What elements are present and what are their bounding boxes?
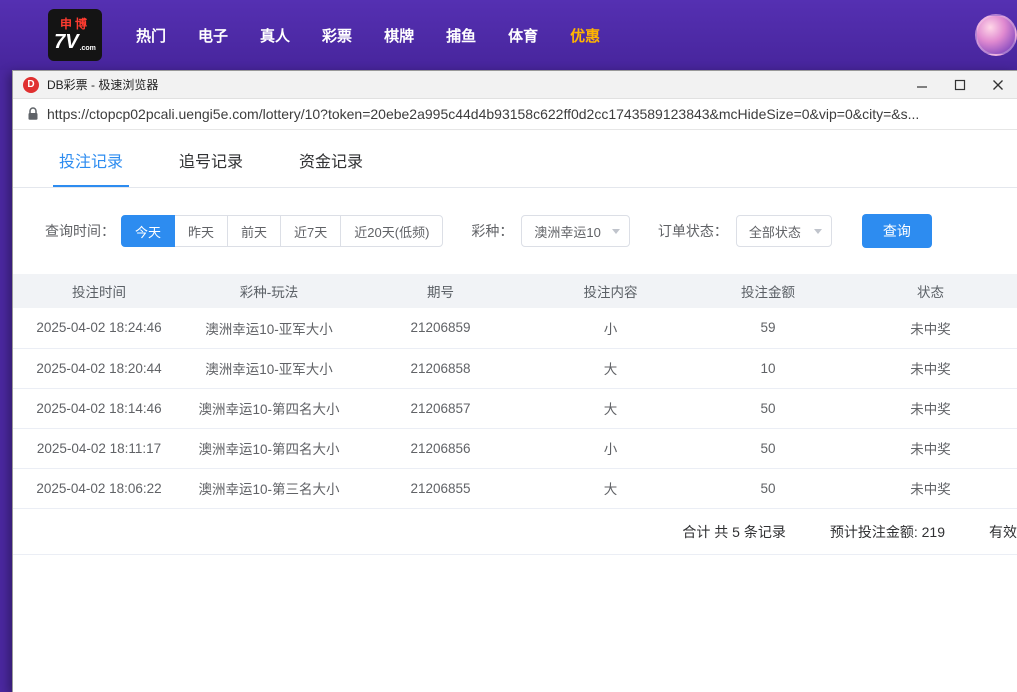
time-filter-button[interactable]: 昨天 <box>174 215 228 247</box>
table-cell: 50 <box>693 428 843 468</box>
column-header: 期号 <box>353 274 528 308</box>
summary-total: 合计 共 5 条记录 <box>682 522 785 542</box>
logo-text-cn: 申博 <box>60 18 90 30</box>
filter-bar: 查询时间： 今天昨天前天近7天近20天(低频) 彩种： 澳洲幸运10 订单状态：… <box>13 214 1017 248</box>
nav-item-优惠[interactable]: 优惠 <box>570 25 600 46</box>
chevron-down-icon <box>612 229 620 234</box>
lottery-label: 彩种： <box>471 221 513 241</box>
minimize-button[interactable] <box>903 71 941 98</box>
table-cell: 2025-04-02 18:20:44 <box>13 348 185 388</box>
time-filter-button[interactable]: 今天 <box>121 215 175 247</box>
table-cell: 未中奖 <box>843 348 1017 388</box>
summary-valid-amount: 有效投注 <box>989 522 1017 542</box>
order-status-label: 订单状态： <box>658 221 728 241</box>
table-row: 2025-04-02 18:11:17澳洲幸运10-第四名大小21206856小… <box>13 428 1017 468</box>
table-cell: 大 <box>528 388 693 428</box>
window-controls <box>903 71 1017 98</box>
table-cell: 澳洲幸运10-亚军大小 <box>185 348 353 388</box>
nav-item-真人[interactable]: 真人 <box>260 25 290 46</box>
site-logo[interactable]: 申博 7V.com <box>48 9 102 61</box>
table-cell: 大 <box>528 468 693 508</box>
site-topbar: 申博 7V.com 热门 电子 真人 彩票 棋牌 捕鱼 体育 优惠 <box>0 0 1017 70</box>
column-header: 彩种-玩法 <box>185 274 353 308</box>
column-header: 投注时间 <box>13 274 185 308</box>
table-cell: 21206857 <box>353 388 528 428</box>
table-cell: 澳洲幸运10-亚军大小 <box>185 308 353 348</box>
table-cell: 澳洲幸运10-第四名大小 <box>185 388 353 428</box>
maximize-button[interactable] <box>941 71 979 98</box>
table-header-row: 投注时间彩种-玩法期号投注内容投注金额状态 <box>13 274 1017 308</box>
window-titlebar[interactable]: D DB彩票 - 极速浏览器 <box>13 71 1017 99</box>
summary-bar: 合计 共 5 条记录 预计投注金额: 219 有效投注 <box>13 509 1017 555</box>
records-table: 投注时间彩种-玩法期号投注内容投注金额状态 2025-04-02 18:24:4… <box>13 274 1017 509</box>
search-button[interactable]: 查询 <box>862 214 932 248</box>
lottery-select-value: 澳洲幸运10 <box>534 222 600 241</box>
chevron-down-icon <box>814 229 822 234</box>
screen: 申博 7V.com 热门 电子 真人 彩票 棋牌 捕鱼 体育 优惠 D DB彩票 - 极速浏览… <box>0 0 1017 692</box>
time-filter-group: 今天昨天前天近7天近20天(低频) <box>121 215 443 247</box>
table-cell: 2025-04-02 18:06:22 <box>13 468 185 508</box>
close-button[interactable] <box>979 71 1017 98</box>
table-row: 2025-04-02 18:14:46澳洲幸运10-第四名大小21206857大… <box>13 388 1017 428</box>
lottery-select[interactable]: 澳洲幸运10 <box>521 215 629 247</box>
url-bar[interactable]: https://ctopcp02pcali.uengi5e.com/lotter… <box>13 99 1017 130</box>
table-cell: 澳洲幸运10-第三名大小 <box>185 468 353 508</box>
time-filter-button[interactable]: 近20天(低频) <box>340 215 443 247</box>
close-icon <box>992 79 1004 91</box>
url-text[interactable]: https://ctopcp02pcali.uengi5e.com/lotter… <box>47 106 919 122</box>
time-filter-button[interactable]: 前天 <box>227 215 281 247</box>
window-title: DB彩票 - 极速浏览器 <box>47 76 158 93</box>
table-cell: 50 <box>693 468 843 508</box>
table-cell: 50 <box>693 388 843 428</box>
table-cell: 澳洲幸运10-第四名大小 <box>185 428 353 468</box>
page-content: 投注记录追号记录资金记录 查询时间： 今天昨天前天近7天近20天(低频) 彩种：… <box>13 132 1017 555</box>
tab-投注记录[interactable]: 投注记录 <box>53 132 129 187</box>
table-cell: 大 <box>528 348 693 388</box>
order-status-select[interactable]: 全部状态 <box>736 215 832 247</box>
lock-icon <box>27 107 39 121</box>
nav-item-彩票[interactable]: 彩票 <box>322 25 352 46</box>
table-cell: 21206855 <box>353 468 528 508</box>
summary-expected-amount: 预计投注金额: 219 <box>830 522 945 542</box>
nav-item-电子[interactable]: 电子 <box>198 25 228 46</box>
table-cell: 59 <box>693 308 843 348</box>
time-filter-label: 查询时间： <box>45 221 115 241</box>
table-cell: 21206858 <box>353 348 528 388</box>
table-cell: 2025-04-02 18:11:17 <box>13 428 185 468</box>
table-row: 2025-04-02 18:20:44澳洲幸运10-亚军大小21206858大1… <box>13 348 1017 388</box>
column-header: 投注金额 <box>693 274 843 308</box>
nav-item-体育[interactable]: 体育 <box>508 25 538 46</box>
column-header: 状态 <box>843 274 1017 308</box>
table-cell: 21206859 <box>353 308 528 348</box>
table-cell: 2025-04-02 18:14:46 <box>13 388 185 428</box>
time-filter-button[interactable]: 近7天 <box>280 215 341 247</box>
table-row: 2025-04-02 18:06:22澳洲幸运10-第三名大小21206855大… <box>13 468 1017 508</box>
table-cell: 10 <box>693 348 843 388</box>
table-row: 2025-04-02 18:24:46澳洲幸运10-亚军大小21206859小5… <box>13 308 1017 348</box>
main-nav: 热门 电子 真人 彩票 棋牌 捕鱼 体育 优惠 <box>136 25 600 46</box>
table-cell: 未中奖 <box>843 308 1017 348</box>
nav-item-热门[interactable]: 热门 <box>136 25 166 46</box>
tab-bar: 投注记录追号记录资金记录 <box>13 132 1017 188</box>
table-cell: 未中奖 <box>843 428 1017 468</box>
table-cell: 未中奖 <box>843 468 1017 508</box>
table-cell: 未中奖 <box>843 388 1017 428</box>
tab-资金记录[interactable]: 资金记录 <box>293 132 369 187</box>
table-cell: 小 <box>528 308 693 348</box>
browser-window: D DB彩票 - 极速浏览器 https://ctopcp02pcali.uen… <box>12 70 1017 692</box>
nav-item-棋牌[interactable]: 棋牌 <box>384 25 414 46</box>
table-cell: 2025-04-02 18:24:46 <box>13 308 185 348</box>
maximize-icon <box>954 79 966 91</box>
order-status-select-value: 全部状态 <box>749 222 801 241</box>
avatar[interactable] <box>975 14 1017 56</box>
logo-text-7v: 7V.com <box>54 32 96 52</box>
app-icon: D <box>23 77 39 93</box>
column-header: 投注内容 <box>528 274 693 308</box>
table-cell: 21206856 <box>353 428 528 468</box>
nav-item-捕鱼[interactable]: 捕鱼 <box>446 25 476 46</box>
table-body: 2025-04-02 18:24:46澳洲幸运10-亚军大小21206859小5… <box>13 308 1017 508</box>
table-cell: 小 <box>528 428 693 468</box>
minimize-icon <box>916 79 928 91</box>
tab-追号记录[interactable]: 追号记录 <box>173 132 249 187</box>
